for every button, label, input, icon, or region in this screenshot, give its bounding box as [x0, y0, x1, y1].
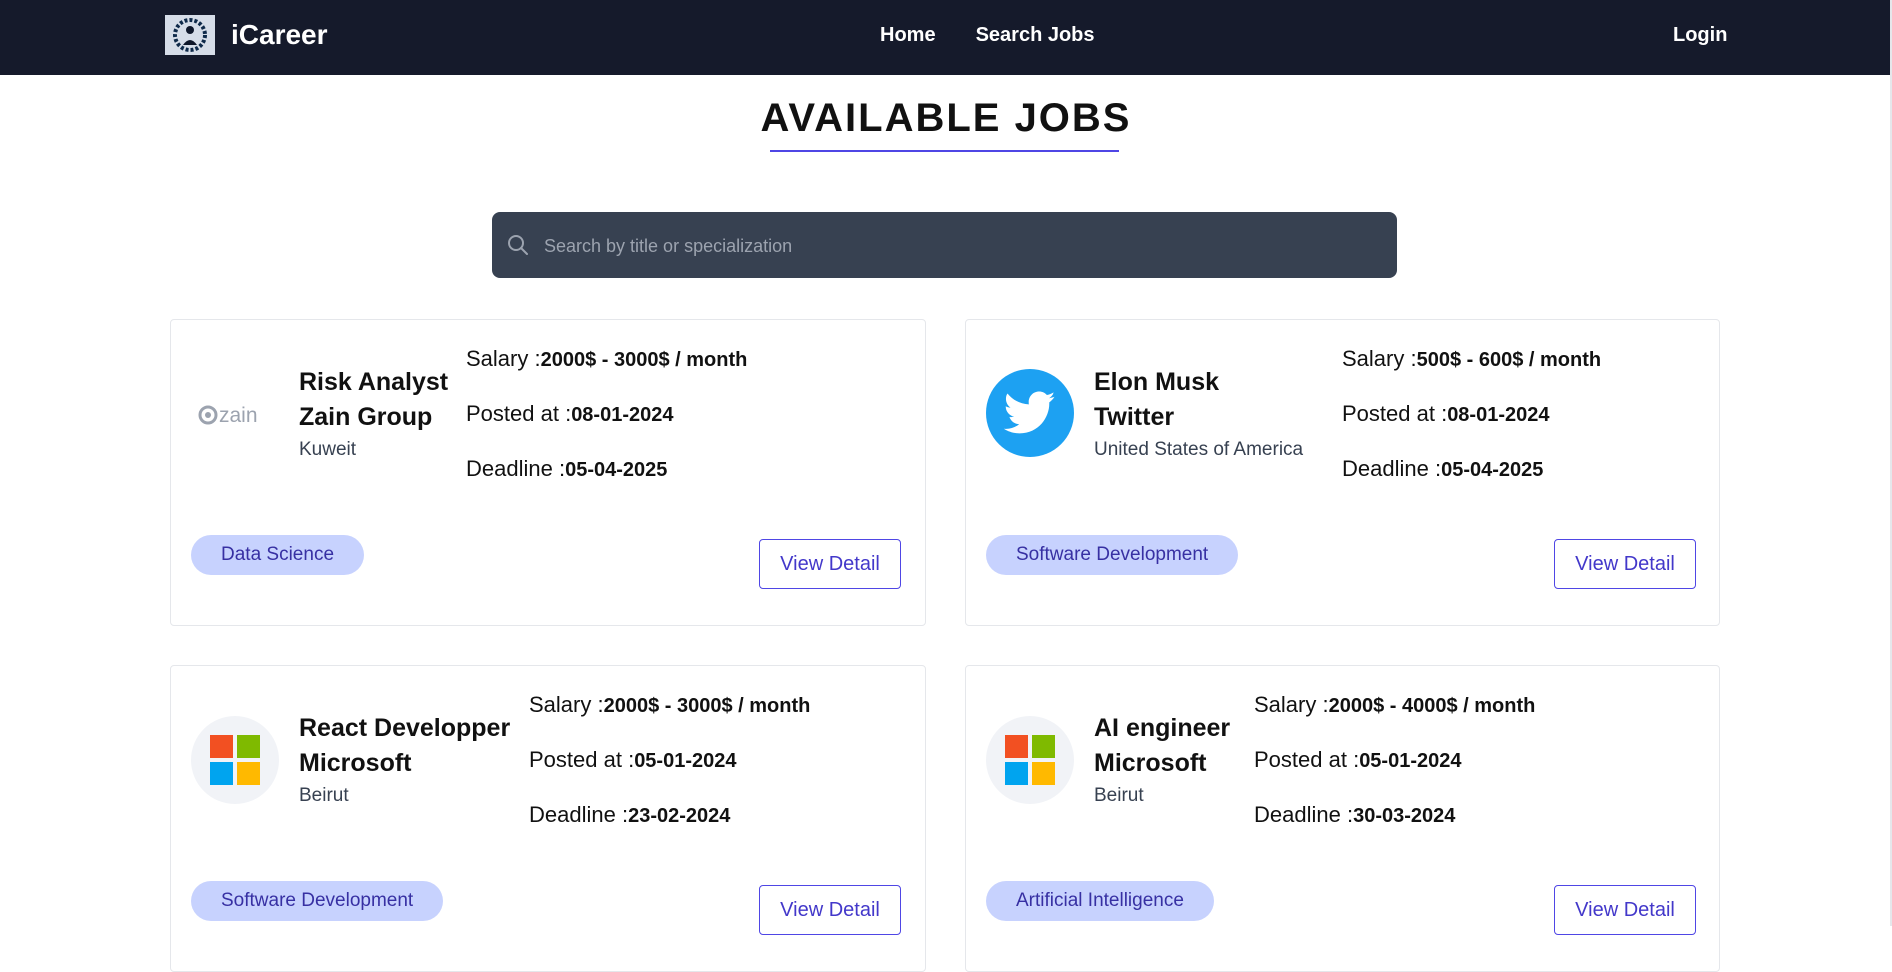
title-underline [770, 150, 1119, 152]
posted-value: 08-01-2024 [571, 404, 674, 426]
nav-links: Home Search Jobs [880, 24, 1135, 47]
brand-logo-icon [165, 15, 215, 55]
search-input[interactable] [542, 212, 1386, 280]
deadline-value: 05-04-2025 [565, 459, 668, 481]
company-name: Zain Group [299, 403, 433, 431]
login-link[interactable]: Login [1673, 24, 1727, 47]
salary-value: 2000$ - 4000$ / month [1328, 695, 1536, 717]
job-card: Elon Musk Twitter United States of Ameri… [965, 319, 1720, 626]
salary-value: 2000$ - 3000$ / month [540, 349, 748, 371]
job-title: Risk Analyst Zain Group [299, 365, 448, 435]
deadline-label: Deadline : [1342, 456, 1442, 481]
navbar: iCareer Home Search Jobs Login [0, 0, 1892, 75]
job-title: Elon Musk Twitter [1094, 365, 1219, 435]
job-location: United States of America [1094, 439, 1304, 460]
salary-label: Salary : [466, 346, 541, 371]
brand-name: iCareer [231, 19, 328, 50]
view-detail-button[interactable]: View Detail [759, 539, 901, 589]
salary-row: Salary :2000$ - 3000$ / month [466, 346, 747, 372]
job-position: AI engineer [1094, 714, 1231, 742]
posted-label: Posted at : [1342, 401, 1448, 426]
category-tag: Software Development [986, 535, 1239, 575]
deadline-row: Deadline :23-02-2024 [529, 802, 730, 828]
salary-label: Salary : [1254, 692, 1329, 717]
nav-search-jobs-link[interactable]: Search Jobs [976, 24, 1095, 47]
view-detail-button[interactable]: View Detail [1554, 539, 1696, 589]
company-name: Microsoft [1094, 749, 1207, 777]
job-location: Beirut [1094, 785, 1144, 806]
posted-row: Posted at :08-01-2024 [1342, 401, 1550, 427]
category-tag: Artificial Intelligence [986, 881, 1214, 921]
job-position: Risk Analyst [299, 368, 449, 396]
salary-row: Salary :2000$ - 3000$ / month [529, 692, 810, 718]
posted-row: Posted at :05-01-2024 [1254, 747, 1462, 773]
view-detail-button[interactable]: View Detail [759, 885, 901, 935]
job-location: Kuweit [299, 439, 357, 460]
company-name: Twitter [1094, 403, 1175, 431]
svg-text:zain: zain [219, 404, 258, 427]
posted-label: Posted at : [1254, 747, 1360, 772]
posted-value: 05-01-2024 [1359, 750, 1462, 772]
salary-value: 500$ - 600$ / month [1416, 349, 1602, 371]
company-name: Microsoft [299, 749, 412, 777]
deadline-label: Deadline : [466, 456, 566, 481]
posted-row: Posted at :05-01-2024 [529, 747, 737, 773]
deadline-row: Deadline :30-03-2024 [1254, 802, 1455, 828]
posted-value: 08-01-2024 [1447, 404, 1550, 426]
job-title: AI engineer Microsoft [1094, 711, 1230, 781]
brand[interactable]: iCareer [165, 15, 328, 55]
deadline-row: Deadline :05-04-2025 [1342, 456, 1543, 482]
salary-label: Salary : [1342, 346, 1417, 371]
deadline-label: Deadline : [1254, 802, 1354, 827]
salary-value: 2000$ - 3000$ / month [603, 695, 811, 717]
salary-row: Salary :500$ - 600$ / month [1342, 346, 1601, 372]
microsoft-logo-icon [986, 716, 1074, 804]
search-bar [492, 212, 1397, 280]
view-detail-button[interactable]: View Detail [1554, 885, 1696, 935]
job-title: React Developper Microsoft [299, 711, 510, 781]
job-location: Beirut [299, 785, 349, 806]
twitter-logo-icon [986, 369, 1074, 457]
posted-label: Posted at : [466, 401, 572, 426]
deadline-value: 05-04-2025 [1441, 459, 1544, 481]
job-position: React Developper [299, 714, 511, 742]
microsoft-logo-icon [191, 716, 279, 804]
posted-row: Posted at :08-01-2024 [466, 401, 674, 427]
posted-value: 05-01-2024 [634, 750, 737, 772]
posted-label: Posted at : [529, 747, 635, 772]
zain-logo-icon: zain [191, 371, 279, 459]
deadline-value: 30-03-2024 [1353, 805, 1456, 827]
job-card: zain Risk Analyst Zain Group Kuweit Sala… [170, 319, 926, 626]
category-tag: Data Science [191, 535, 365, 575]
deadline-row: Deadline :05-04-2025 [466, 456, 667, 482]
search-icon [508, 235, 528, 255]
deadline-value: 23-02-2024 [628, 805, 731, 827]
deadline-label: Deadline : [529, 802, 629, 827]
category-tag: Software Development [191, 881, 444, 921]
salary-label: Salary : [529, 692, 604, 717]
nav-home-link[interactable]: Home [880, 24, 936, 47]
page-title: AVAILABLE JOBS [760, 96, 1132, 140]
job-position: Elon Musk [1094, 368, 1220, 396]
salary-row: Salary :2000$ - 4000$ / month [1254, 692, 1535, 718]
